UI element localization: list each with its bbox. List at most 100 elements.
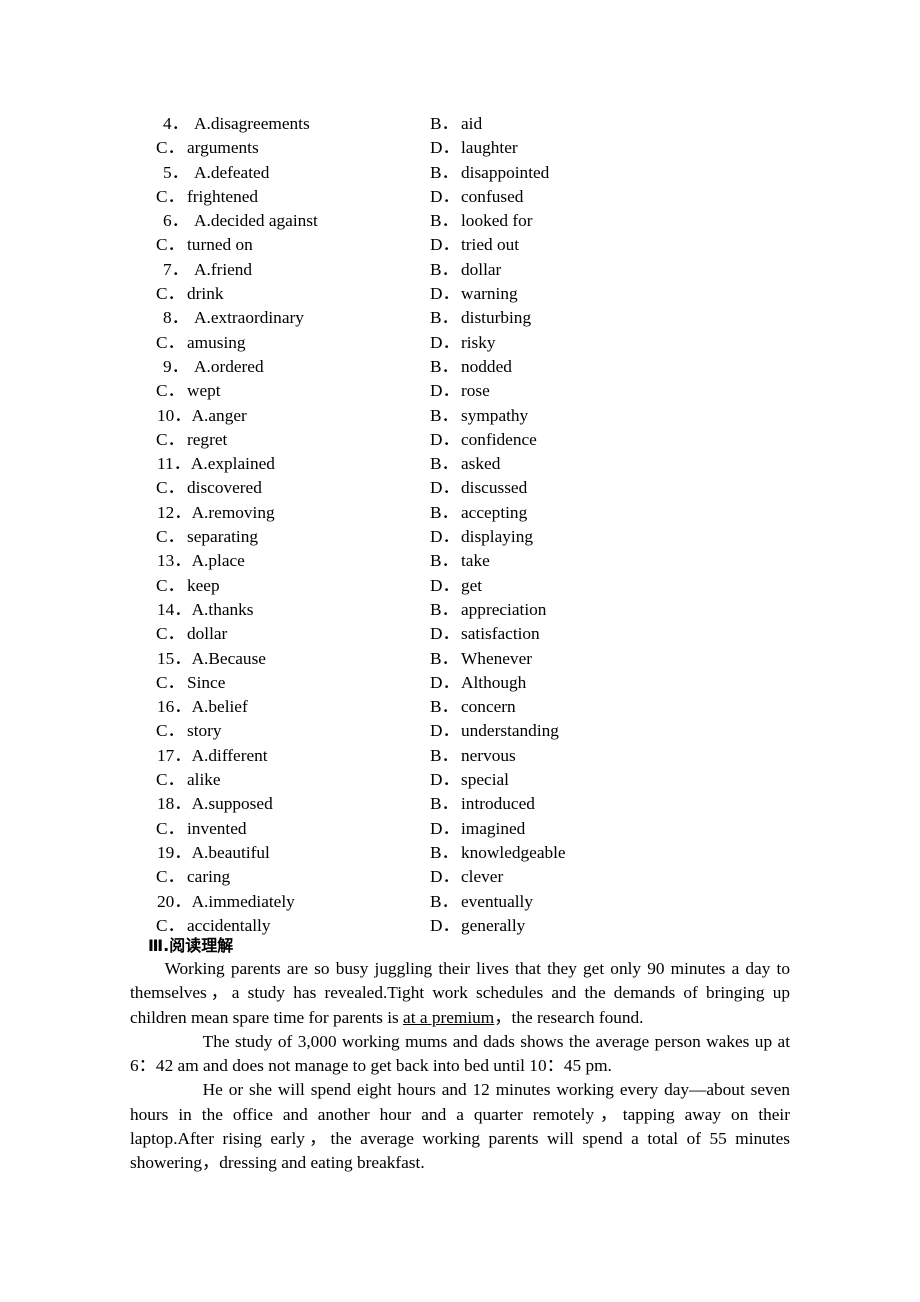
option-b-cell[interactable]: B． asked [430,452,830,476]
option-d-cell[interactable]: D．generally [430,914,830,938]
option-a-cell[interactable]: 5． A.defeated [163,161,443,185]
option-row: 16．A.belief B． concern [0,695,920,719]
option-label-d: D． [430,818,460,838]
option-a-cell[interactable]: 18．A.supposed [157,792,437,816]
option-row: C． Since D．Although [0,671,920,695]
option-d-cell[interactable]: D．understanding [430,719,830,743]
option-a-cell[interactable]: 11．A.explained [157,452,437,476]
option-text-c: wept [187,381,221,401]
option-d-cell[interactable]: D．confused [430,185,830,209]
option-row: 8． A.extraordinary B． disturbing [0,306,920,330]
option-d-cell[interactable]: D．tried out [430,233,830,257]
option-label-c: C． [156,235,185,255]
option-c-cell[interactable]: C． drink [156,282,436,306]
option-c-cell[interactable]: C． separating [156,525,436,549]
option-text-b: nodded [461,356,512,376]
option-row: 6． A.decided against B． looked for [0,209,920,233]
underlined-phrase: at a premium [403,1007,495,1027]
option-d-cell[interactable]: D．clever [430,865,830,889]
option-c-cell[interactable]: C． caring [156,865,436,889]
option-c-cell[interactable]: C． story [156,719,436,743]
option-d-cell[interactable]: D．get [430,574,830,598]
option-c-cell[interactable]: C． Since [156,671,436,695]
option-label-b: B． [430,599,459,619]
option-b-cell[interactable]: B． disturbing [430,306,830,330]
option-a-cell[interactable]: 17．A.different [157,744,437,768]
option-text-d: discussed [461,478,528,498]
option-label-a: A. [191,648,209,668]
option-b-cell[interactable]: B． dollar [430,258,830,282]
option-a-cell[interactable]: 4． A.disagreements [163,112,443,136]
option-text-b: dollar [461,259,502,279]
option-d-cell[interactable]: D．Although [430,671,830,695]
option-c-cell[interactable]: C． dollar [156,622,436,646]
option-d-cell[interactable]: D．special [430,768,830,792]
option-text-b: aid [461,114,483,133]
option-label-a: A. [194,259,211,279]
question-number: 13． [157,551,192,571]
option-b-cell[interactable]: B． knowledgeable [430,841,830,865]
option-text-b: appreciation [461,599,547,619]
option-b-cell[interactable]: B． aid [430,112,830,136]
option-a-cell[interactable]: 16．A.belief [157,695,437,719]
option-text-c: Since [187,672,226,692]
option-c-cell[interactable]: C． discovered [156,476,436,500]
option-b-cell[interactable]: B． nodded [430,355,830,379]
option-label-b: B． [430,697,459,717]
option-d-cell[interactable]: D．laughter [430,136,830,160]
option-text-c: invented [187,818,247,838]
option-c-cell[interactable]: C． keep [156,574,436,598]
option-label-a: A. [191,697,209,717]
option-row: C． invented D．imagined [0,817,920,841]
option-text-a: friend [210,259,253,279]
option-c-cell[interactable]: C． arguments [156,136,436,160]
option-d-cell[interactable]: D．warning [430,282,830,306]
option-d-cell[interactable]: D．imagined [430,817,830,841]
option-b-cell[interactable]: B． eventually [430,890,830,914]
option-d-cell[interactable]: D．discussed [430,476,830,500]
option-b-cell[interactable]: B． Whenever [430,647,830,671]
option-c-cell[interactable]: C． invented [156,817,436,841]
option-d-cell[interactable]: D．displaying [430,525,830,549]
option-b-cell[interactable]: B． take [430,549,830,573]
option-a-cell[interactable]: 9． A.ordered [163,355,443,379]
option-a-cell[interactable]: 7． A.friend [163,258,443,282]
option-label-c: C． [156,429,185,449]
option-b-cell[interactable]: B． sympathy [430,404,830,428]
option-label-c: C． [156,624,185,644]
option-b-cell[interactable]: B． concern [430,695,830,719]
option-a-cell[interactable]: 15．A.Because [157,647,437,671]
option-row: 10．A.anger B． sympathy [0,404,920,428]
option-d-cell[interactable]: D．rose [430,379,830,403]
option-c-cell[interactable]: C． regret [156,428,436,452]
option-text-c: frightened [187,186,259,206]
option-c-cell[interactable]: C． wept [156,379,436,403]
question-number: 15． [157,648,192,668]
option-c-cell[interactable]: C． turned on [156,233,436,257]
option-c-cell[interactable]: C． frightened [156,185,436,209]
option-d-cell[interactable]: D．satisfaction [430,622,830,646]
option-text-a: extraordinary [210,308,304,328]
option-a-cell[interactable]: 14．A.thanks [157,598,437,622]
option-b-cell[interactable]: B． nervous [430,744,830,768]
option-label-c: C． [156,770,185,790]
option-b-cell[interactable]: B． accepting [430,501,830,525]
option-a-cell[interactable]: 19．A.beautiful [157,841,437,865]
option-a-cell[interactable]: 6． A.decided against [163,209,443,233]
option-label-c: C． [156,284,185,304]
question-number: 10． [157,405,192,425]
option-a-cell[interactable]: 8． A.extraordinary [163,306,443,330]
option-d-cell[interactable]: D．confidence [430,428,830,452]
option-b-cell[interactable]: B． introduced [430,792,830,816]
option-a-cell[interactable]: 20．A.immediately [157,890,437,914]
option-c-cell[interactable]: C． alike [156,768,436,792]
option-a-cell[interactable]: 10．A.anger [157,404,437,428]
option-b-cell[interactable]: B． appreciation [430,598,830,622]
option-c-cell[interactable]: C． amusing [156,331,436,355]
option-d-cell[interactable]: D．risky [430,331,830,355]
option-b-cell[interactable]: B． disappointed [430,161,830,185]
option-label-b: B． [430,356,459,376]
option-a-cell[interactable]: 13．A.place [157,549,437,573]
option-a-cell[interactable]: 12．A.removing [157,501,437,525]
option-b-cell[interactable]: B． looked for [430,209,830,233]
